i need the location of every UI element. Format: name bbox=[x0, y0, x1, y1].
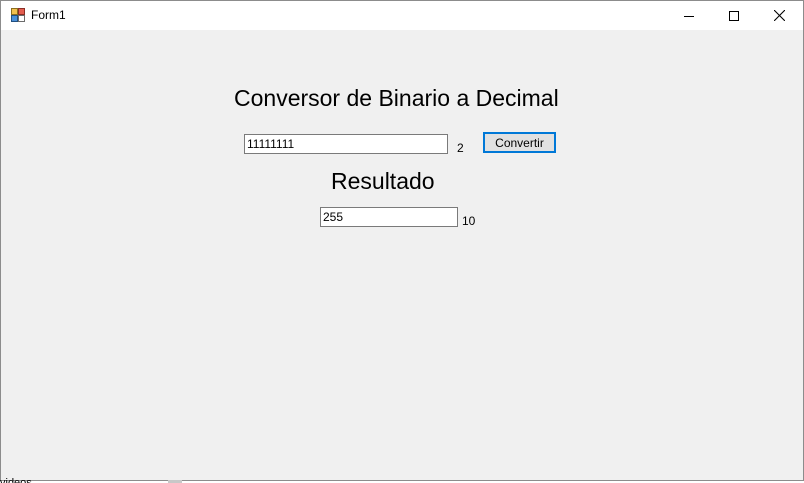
decimal-base-label: 10 bbox=[462, 214, 476, 228]
form-client-area: Conversor de Binario a Decimal 2 Convert… bbox=[1, 30, 803, 480]
convert-button-label: Convertir bbox=[495, 135, 544, 150]
page-title: Conversor de Binario a Decimal bbox=[234, 85, 559, 111]
form-window: Form1 Conversor de Binario a Decimal 2 C… bbox=[0, 0, 804, 481]
window-title: Form1 bbox=[31, 8, 66, 22]
minimize-icon bbox=[684, 11, 694, 21]
maximize-button[interactable] bbox=[711, 1, 757, 30]
close-button[interactable] bbox=[756, 1, 802, 30]
title-bar[interactable]: Form1 bbox=[1, 1, 803, 30]
binary-base-label: 2 bbox=[457, 141, 464, 155]
maximize-icon bbox=[729, 10, 739, 21]
background-window-text: videos bbox=[0, 478, 32, 483]
app-form-icon bbox=[11, 8, 25, 22]
result-heading: Resultado bbox=[331, 168, 435, 194]
decimal-output[interactable] bbox=[320, 207, 458, 227]
binary-input[interactable] bbox=[244, 134, 448, 154]
minimize-button[interactable] bbox=[666, 1, 712, 30]
close-icon bbox=[773, 10, 785, 21]
convert-button[interactable]: Convertir bbox=[483, 132, 556, 153]
